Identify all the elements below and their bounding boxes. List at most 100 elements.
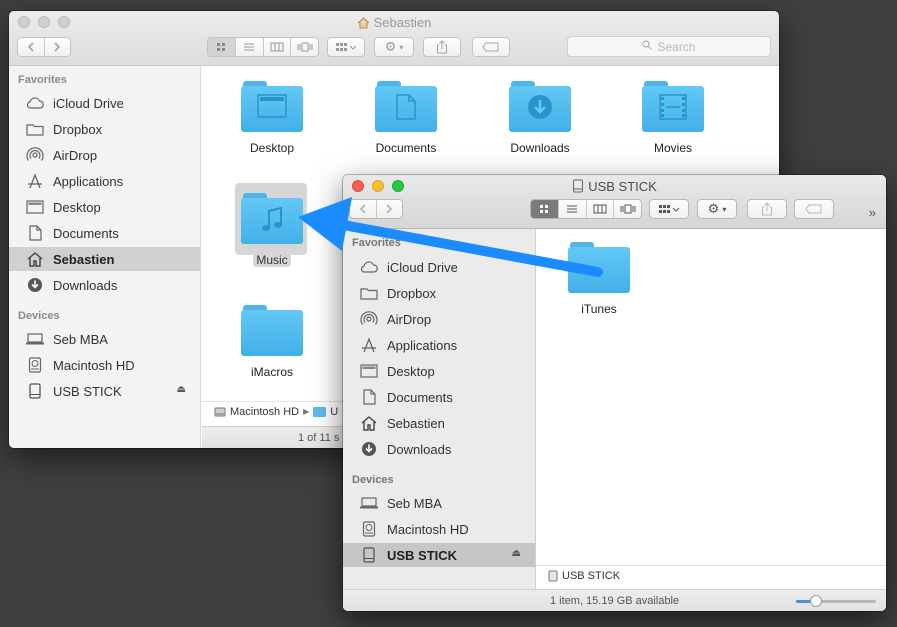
sidebar-item-airdrop[interactable]: AirDrop: [343, 307, 535, 331]
sidebar-item-macintosh-hd[interactable]: Macintosh HD: [9, 353, 200, 377]
download-icon: [359, 441, 379, 457]
list-view-button[interactable]: [559, 200, 587, 218]
icon-view-button[interactable]: [531, 200, 559, 218]
sidebar-heading-devices: Devices: [352, 474, 394, 486]
sidebar-item-usb-stick[interactable]: USB STICK ⏏: [9, 379, 200, 403]
column-view-button[interactable]: [264, 38, 292, 56]
back-button[interactable]: [350, 200, 377, 218]
home-icon: [25, 251, 45, 267]
sidebar-item-documents[interactable]: Documents: [9, 221, 200, 245]
download-folder-icon: [509, 81, 571, 133]
share-button[interactable]: [747, 199, 787, 219]
sidebar-item-sebastien[interactable]: Sebastien: [343, 411, 535, 435]
file-item-documents[interactable]: Documents: [356, 81, 456, 155]
sidebar-item-label: Applications: [53, 173, 124, 189]
eject-icon[interactable]: ⏏: [512, 548, 521, 559]
sidebar-item-icloud-drive[interactable]: iCloud Drive: [343, 255, 535, 279]
sidebar-item-downloads[interactable]: Downloads: [343, 437, 535, 461]
sidebar-item-sebastien[interactable]: Sebastien: [9, 247, 200, 271]
sidebar-item-label: Applications: [387, 337, 458, 353]
sidebar-item-icloud-drive[interactable]: iCloud Drive: [9, 91, 200, 115]
icon-size-slider[interactable]: [796, 595, 876, 607]
cloud-icon: [25, 95, 45, 111]
back-button[interactable]: [18, 38, 45, 56]
sidebar-item-dropbox[interactable]: Dropbox: [343, 281, 535, 305]
desktop-icon: [25, 199, 45, 215]
sidebar-item-applications[interactable]: Applications: [9, 169, 200, 193]
desktop-icon: [359, 363, 379, 379]
back-forward-control: [349, 199, 403, 219]
status-text: 1 item, 15.19 GB available: [549, 594, 680, 607]
action-button[interactable]: ⚙ ▾: [374, 37, 414, 57]
file-item-label: iTunes: [581, 302, 617, 316]
folder-icon: [25, 121, 45, 137]
sidebar-item-macintosh-hd[interactable]: Macintosh HD: [343, 517, 535, 541]
sidebar-item-downloads[interactable]: Downloads: [9, 273, 200, 297]
document-icon: [25, 225, 45, 241]
action-button[interactable]: ⚙ ▾: [697, 199, 737, 219]
path-bar: USB STICK: [536, 565, 886, 585]
search-field[interactable]: Search: [567, 36, 771, 57]
file-item-imacros[interactable]: iMacros: [222, 305, 322, 379]
sidebar-item-dropbox[interactable]: Dropbox: [9, 117, 200, 141]
sidebar-heading-favorites: Favorites: [352, 237, 401, 249]
usb-drive-icon: [548, 570, 558, 582]
laptop-icon: [359, 495, 379, 511]
desktop-folder-icon: [241, 81, 303, 133]
sidebar-item-seb-mba[interactable]: Seb MBA: [9, 327, 200, 351]
forward-button[interactable]: [45, 38, 71, 56]
sidebar-item-airdrop[interactable]: AirDrop: [9, 143, 200, 167]
download-icon: [25, 277, 45, 293]
path-crumb-macintosh-hd[interactable]: Macintosh HD: [230, 406, 299, 418]
file-item-downloads[interactable]: Downloads: [490, 81, 590, 155]
file-item-desktop[interactable]: Desktop: [222, 81, 322, 155]
sidebar-item-desktop[interactable]: Desktop: [9, 195, 200, 219]
sidebar-item-label: USB STICK: [387, 547, 458, 563]
home-icon: [359, 415, 379, 431]
sidebar-heading-devices: Devices: [18, 310, 60, 322]
column-view-button[interactable]: [587, 200, 615, 218]
sidebar-item-documents[interactable]: Documents: [343, 385, 535, 409]
harddisk-icon: [359, 521, 379, 537]
slider-knob[interactable]: [810, 595, 822, 607]
applications-icon: [25, 173, 45, 189]
file-item-label: Music: [253, 253, 291, 267]
sidebar-item-seb-mba[interactable]: Seb MBA: [343, 491, 535, 515]
sidebar-item-label: Documents: [387, 389, 453, 405]
window-title: Sebastien: [9, 15, 779, 32]
icon-view-button[interactable]: [208, 38, 236, 56]
list-view-button[interactable]: [236, 38, 264, 56]
usb-drive-icon: [359, 547, 379, 563]
arrange-button[interactable]: [327, 37, 365, 57]
tags-button[interactable]: [794, 199, 834, 219]
share-button[interactable]: [423, 37, 461, 57]
arrange-button[interactable]: [649, 199, 689, 219]
applications-icon: [359, 337, 379, 353]
tag-icon: [482, 42, 499, 52]
search-icon: [642, 40, 653, 53]
tag-icon: [805, 204, 822, 214]
folder-icon: [241, 305, 303, 357]
film-folder-icon: [642, 81, 704, 133]
sidebar-item-label: Downloads: [387, 441, 452, 457]
usb-drive-icon: [25, 383, 45, 399]
coverflow-view-button[interactable]: [291, 38, 318, 56]
file-item-itunes[interactable]: iTunes: [549, 242, 649, 316]
path-crumb-usb-stick[interactable]: USB STICK: [562, 570, 620, 582]
home-icon: [357, 17, 370, 32]
path-crumb-users[interactable]: U: [330, 406, 338, 418]
file-item-music[interactable]: Music: [222, 193, 322, 267]
tags-button[interactable]: [472, 37, 510, 57]
coverflow-view-button[interactable]: [614, 200, 641, 218]
toolbar-overflow-button[interactable]: »: [869, 205, 876, 220]
sidebar-item-applications[interactable]: Applications: [343, 333, 535, 357]
sidebar: Favorites iCloud Drive Dropbox AirDrop Appl…: [343, 229, 536, 611]
sidebar-item-desktop[interactable]: Desktop: [343, 359, 535, 383]
laptop-icon: [25, 331, 45, 347]
file-item-movies[interactable]: Movies: [623, 81, 723, 155]
sidebar-item-usb-stick[interactable]: USB STICK ⏏: [343, 543, 535, 567]
sidebar-item-label: Dropbox: [53, 121, 103, 137]
eject-icon[interactable]: ⏏: [177, 384, 186, 395]
forward-button[interactable]: [377, 200, 403, 218]
sidebar-item-label: iCloud Drive: [53, 95, 124, 111]
